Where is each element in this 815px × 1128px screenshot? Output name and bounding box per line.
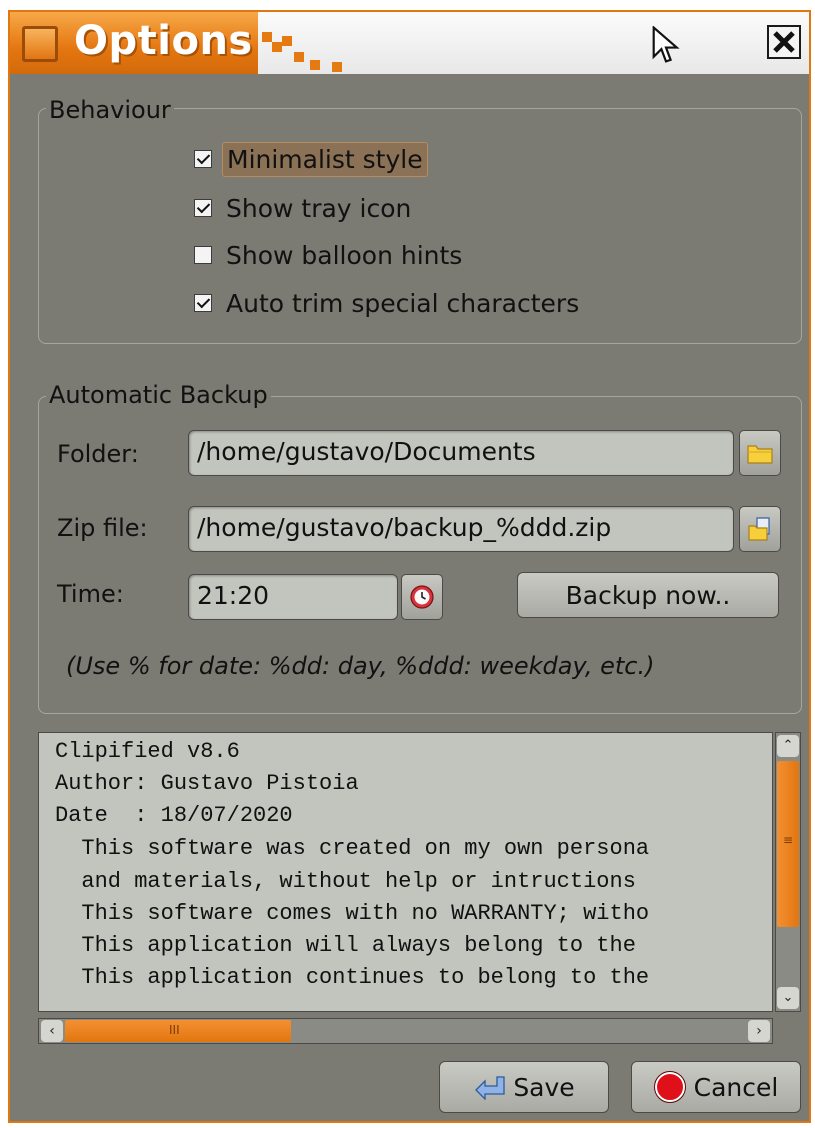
- info-line: and materials, without help or intructio…: [55, 869, 636, 894]
- date-format-hint: (Use % for date: %dd: day, %ddd: weekday…: [66, 652, 655, 680]
- info-line: Clipified v8.6: [55, 739, 240, 764]
- browse-zip-button[interactable]: [739, 506, 781, 552]
- close-icon: [773, 31, 795, 53]
- auto-trim-checkbox[interactable]: Auto trim special characters: [194, 284, 583, 322]
- clock-icon: [410, 585, 434, 609]
- title-bar[interactable]: Options: [10, 12, 809, 74]
- grip-icon: III: [169, 1023, 180, 1037]
- options-window: Options Behaviour Minimalist style Show …: [8, 10, 811, 1123]
- checkbox-box[interactable]: [194, 150, 212, 168]
- backup-now-button[interactable]: Backup now..: [517, 572, 779, 618]
- time-picker-button[interactable]: [401, 574, 443, 620]
- horizontal-scrollbar[interactable]: ‹ III ›: [38, 1018, 773, 1044]
- checkbox-box[interactable]: [194, 199, 212, 217]
- browse-folder-button[interactable]: [739, 430, 781, 476]
- zip-file-label: Zip file:: [57, 514, 148, 542]
- save-label: Save: [513, 1072, 575, 1102]
- save-arrow-icon: [475, 1076, 505, 1100]
- checkbox-label: Show tray icon: [226, 193, 412, 223]
- scroll-left-button[interactable]: ‹: [41, 1020, 63, 1042]
- info-line: Date : 18/07/2020: [55, 803, 293, 828]
- checkbox-label: Minimalist style: [222, 141, 428, 177]
- horizontal-scroll-thumb[interactable]: III: [65, 1020, 291, 1042]
- checkbox-label: Show balloon hints: [226, 240, 463, 270]
- title-decoration: [282, 36, 292, 46]
- info-line: Author: Gustavo Pistoia: [55, 771, 359, 796]
- title-decoration: [262, 32, 272, 42]
- close-button[interactable]: [767, 25, 801, 59]
- info-line: This software was created on my own pers…: [55, 836, 650, 861]
- time-input[interactable]: 21:20: [188, 574, 398, 620]
- folder-icon: [747, 445, 773, 464]
- checkbox-box[interactable]: [194, 246, 212, 264]
- title-decoration: [310, 60, 320, 70]
- app-icon: [22, 26, 58, 62]
- window-title: Options: [74, 18, 253, 64]
- folder-label: Folder:: [57, 440, 139, 468]
- title-decoration: [272, 42, 282, 52]
- scroll-up-button[interactable]: ⌃: [777, 735, 799, 757]
- behaviour-legend: Behaviour: [46, 96, 174, 124]
- info-line: This application continues to belong to …: [55, 965, 650, 990]
- stop-icon: [653, 1071, 686, 1103]
- open-file-icon: [748, 517, 770, 541]
- vertical-scrollbar[interactable]: ⌃ ≡ ⌄: [775, 732, 801, 1012]
- backup-legend: Automatic Backup: [46, 381, 271, 409]
- grip-icon: ≡: [783, 833, 794, 847]
- scroll-down-button[interactable]: ⌄: [777, 987, 799, 1009]
- info-line: This application will always belong to t…: [55, 933, 636, 958]
- title-decoration: [332, 62, 342, 72]
- cancel-label: Cancel: [693, 1072, 779, 1102]
- save-button[interactable]: Save: [439, 1061, 609, 1113]
- time-label: Time:: [57, 580, 124, 608]
- show-balloon-hints-checkbox[interactable]: Show balloon hints: [194, 236, 466, 274]
- checkbox-label: Auto trim special characters: [226, 288, 580, 318]
- checkbox-box[interactable]: [194, 294, 212, 312]
- info-text-area[interactable]: Clipified v8.6 Author: Gustavo Pistoia D…: [38, 732, 773, 1012]
- mouse-cursor-icon: [652, 26, 680, 63]
- scroll-right-button[interactable]: ›: [748, 1020, 770, 1042]
- show-tray-icon-checkbox[interactable]: Show tray icon: [194, 189, 415, 227]
- minimalist-style-checkbox[interactable]: Minimalist style: [194, 140, 428, 178]
- vertical-scroll-thumb[interactable]: ≡: [777, 761, 799, 927]
- folder-input[interactable]: /home/gustavo/Documents: [188, 430, 734, 476]
- info-line: This software comes with no WARRANTY; wi…: [55, 901, 650, 926]
- zip-file-input[interactable]: /home/gustavo/backup_%ddd.zip: [188, 506, 734, 552]
- cancel-button[interactable]: Cancel: [631, 1061, 801, 1113]
- title-decoration: [294, 52, 304, 62]
